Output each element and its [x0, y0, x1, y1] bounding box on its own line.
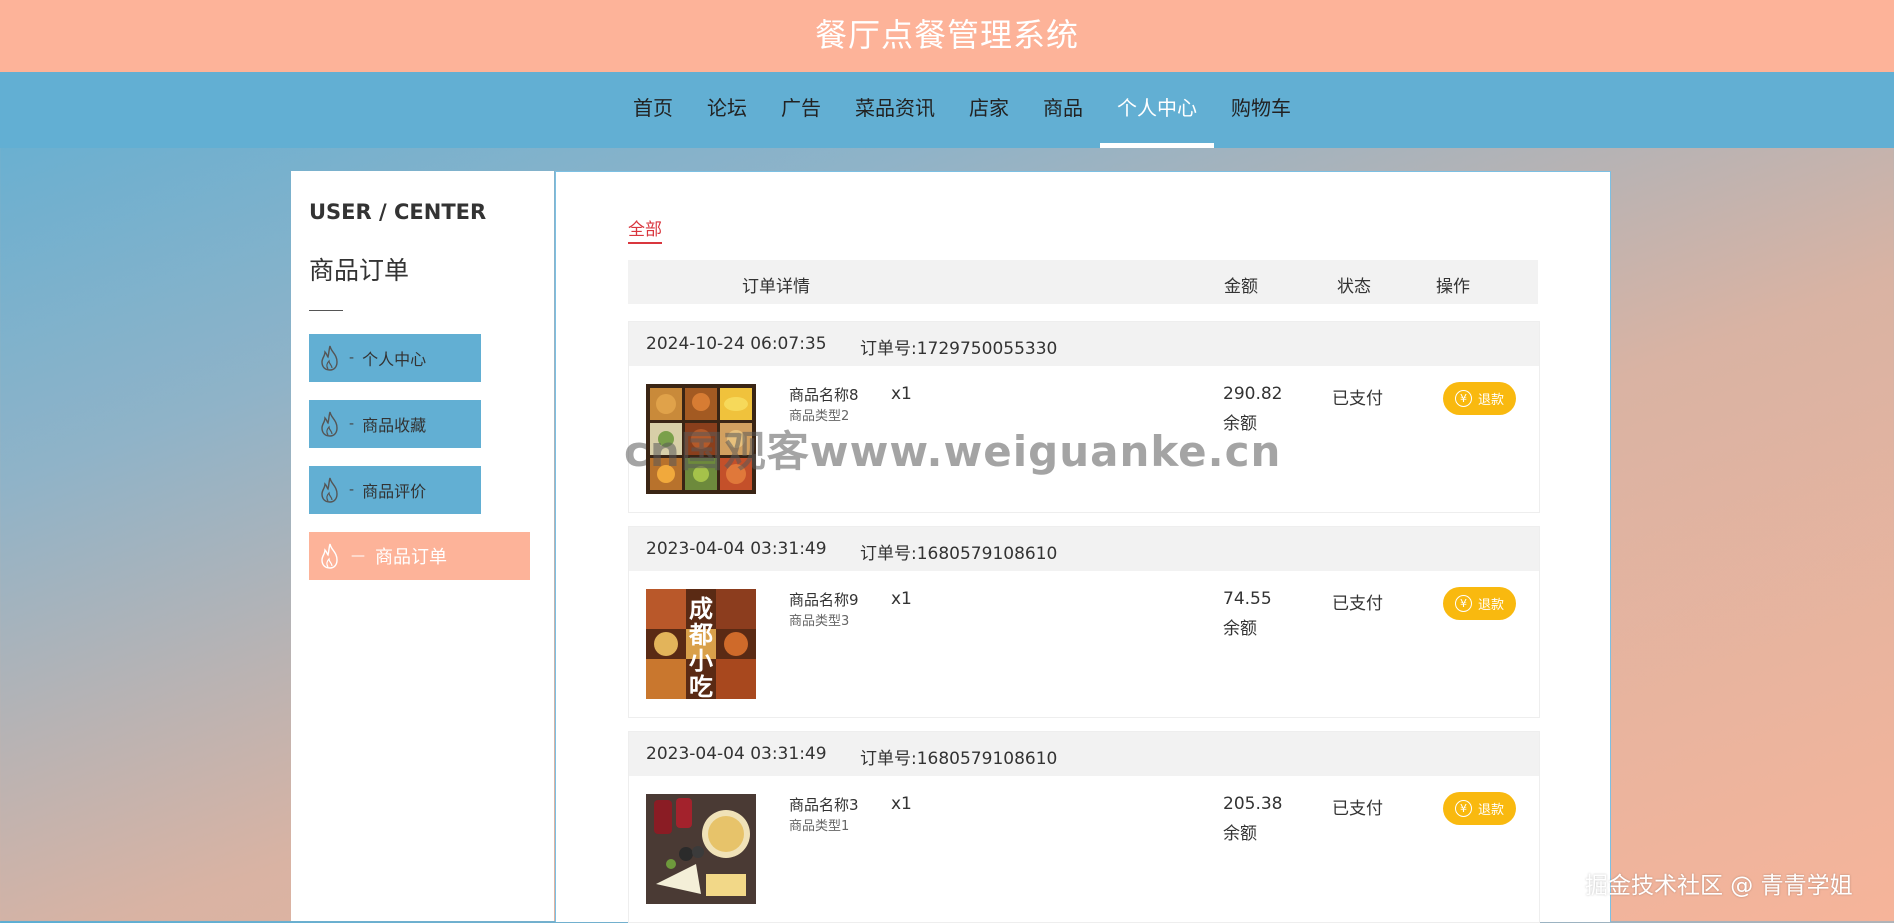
payment-type: 余额 — [1223, 619, 1257, 639]
sidebar-item-favorites[interactable]: - 商品收藏 — [309, 400, 481, 448]
yen-icon: ¥ — [1454, 390, 1472, 407]
order-status: 已支付 — [1332, 799, 1383, 819]
sidebar-subtitle: 商品订单 — [309, 256, 410, 285]
order-status: 已支付 — [1332, 389, 1383, 409]
order-status: 已支付 — [1332, 594, 1383, 614]
image-caption-char-2: 都 — [688, 621, 713, 649]
product-quantity: x1 — [891, 384, 912, 404]
sidebar-item-dash: — — [351, 548, 365, 564]
order-amount: 205.38 — [1223, 794, 1283, 814]
product-name: 商品名称3 — [789, 796, 859, 814]
image-caption-char-4: 吃 — [689, 673, 713, 699]
order-row: 2023-04-04 03:31:49 订单号:1680579108610 商品… — [628, 731, 1540, 923]
product-name: 商品名称8 — [789, 386, 859, 404]
refund-button[interactable]: ¥ 退款 — [1443, 587, 1516, 620]
user-center-sidebar: USER / CENTER 商品订单 - 个人中心 - 商品收藏 - 商品评价 … — [291, 171, 554, 921]
sidebar-heading: USER / CENTER — [309, 200, 487, 224]
order-datetime: 2023-04-04 03:31:49 — [646, 539, 827, 559]
sidebar-item-label: 个人中心 — [362, 350, 427, 369]
header-bar: 餐厅点餐管理系统 — [0, 0, 1894, 72]
orders-panel: 全部 订单详情 金额 状态 操作 2024-10-24 06:07:35 订单号… — [555, 171, 1611, 923]
order-number: 订单号:1680579108610 — [860, 544, 1058, 564]
order-row: 2024-10-24 06:07:35 订单号:1729750055330 商品… — [628, 321, 1540, 513]
sidebar-item-label: 商品收藏 — [362, 416, 427, 435]
order-amount: 290.82 — [1223, 384, 1283, 404]
sidebar-divider — [309, 310, 343, 311]
nav-item-dish-news[interactable]: 菜品资讯 — [838, 72, 952, 148]
product-quantity: x1 — [891, 589, 912, 609]
flame-icon — [321, 411, 338, 437]
orders-table-header: 订单详情 金额 状态 操作 — [628, 260, 1538, 304]
sidebar-item-reviews[interactable]: - 商品评价 — [309, 466, 481, 514]
refund-button[interactable]: ¥ 退款 — [1443, 382, 1516, 415]
watermark: cn国观客www.weiguanke.cn — [624, 427, 1282, 476]
column-details: 订单详情 — [742, 277, 810, 297]
nav-item-ads[interactable]: 广告 — [764, 72, 838, 148]
order-datetime: 2024-10-24 06:07:35 — [646, 334, 827, 354]
nav-item-user-center[interactable]: 个人中心 — [1100, 72, 1214, 148]
yen-icon: ¥ — [1454, 595, 1472, 612]
sidebar-item-label: 商品订单 — [375, 547, 447, 568]
nav-item-shops[interactable]: 店家 — [952, 72, 1026, 148]
order-number: 订单号:1729750055330 — [860, 339, 1058, 359]
sidebar-item-orders[interactable]: — 商品订单 — [309, 532, 530, 580]
order-header: 2024-10-24 06:07:35 订单号:1729750055330 — [629, 322, 1539, 366]
flame-icon — [321, 345, 338, 371]
sidebar-item-dash: - — [349, 350, 355, 366]
refund-label: 退款 — [1477, 393, 1504, 408]
image-caption-char-1: 成 — [689, 595, 713, 623]
tab-all[interactable]: 全部 — [628, 215, 662, 244]
order-row: 2023-04-04 03:31:49 订单号:1680579108610 成 … — [628, 526, 1540, 718]
image-caption-char-3: 小 — [689, 647, 713, 675]
sidebar-item-dash: - — [349, 482, 355, 498]
nav-item-home[interactable]: 首页 — [616, 72, 690, 148]
payment-type: 余额 — [1223, 824, 1257, 844]
order-amount: 74.55 — [1223, 589, 1272, 609]
order-header: 2023-04-04 03:31:49 订单号:1680579108610 — [629, 732, 1539, 776]
sidebar-item-dash: - — [349, 416, 355, 432]
flame-icon — [321, 477, 338, 503]
chengdu-snacks-image: 成 都 小 吃 — [646, 589, 756, 699]
sidebar-item-user-center[interactable]: - 个人中心 — [309, 334, 481, 382]
main-nav: 首页 论坛 广告 菜品资讯 店家 商品 个人中心 购物车 — [0, 72, 1894, 148]
refund-label: 退款 — [1477, 803, 1504, 818]
column-actions: 操作 — [1436, 277, 1470, 297]
wine-cheese-image — [646, 794, 756, 904]
nav-item-products[interactable]: 商品 — [1026, 72, 1100, 148]
product-type: 商品类型3 — [789, 614, 850, 629]
refund-label: 退款 — [1477, 598, 1504, 613]
sidebar-item-label: 商品评价 — [362, 482, 427, 501]
column-amount: 金额 — [1224, 277, 1258, 297]
product-quantity: x1 — [891, 794, 912, 814]
nav-item-forum[interactable]: 论坛 — [690, 72, 764, 148]
product-type: 商品类型1 — [789, 819, 850, 834]
column-status: 状态 — [1337, 277, 1371, 297]
order-header: 2023-04-04 03:31:49 订单号:1680579108610 — [629, 527, 1539, 571]
app-title: 餐厅点餐管理系统 — [814, 16, 1079, 54]
yen-icon: ¥ — [1454, 800, 1472, 817]
refund-button[interactable]: ¥ 退款 — [1443, 792, 1516, 825]
nav-item-cart[interactable]: 购物车 — [1214, 72, 1308, 148]
credit-watermark: 掘金技术社区 @ 青青学姐 — [1585, 873, 1853, 899]
order-datetime: 2023-04-04 03:31:49 — [646, 744, 827, 764]
order-number: 订单号:1680579108610 — [860, 749, 1058, 769]
flame-icon — [321, 543, 338, 569]
product-name: 商品名称9 — [789, 591, 859, 609]
